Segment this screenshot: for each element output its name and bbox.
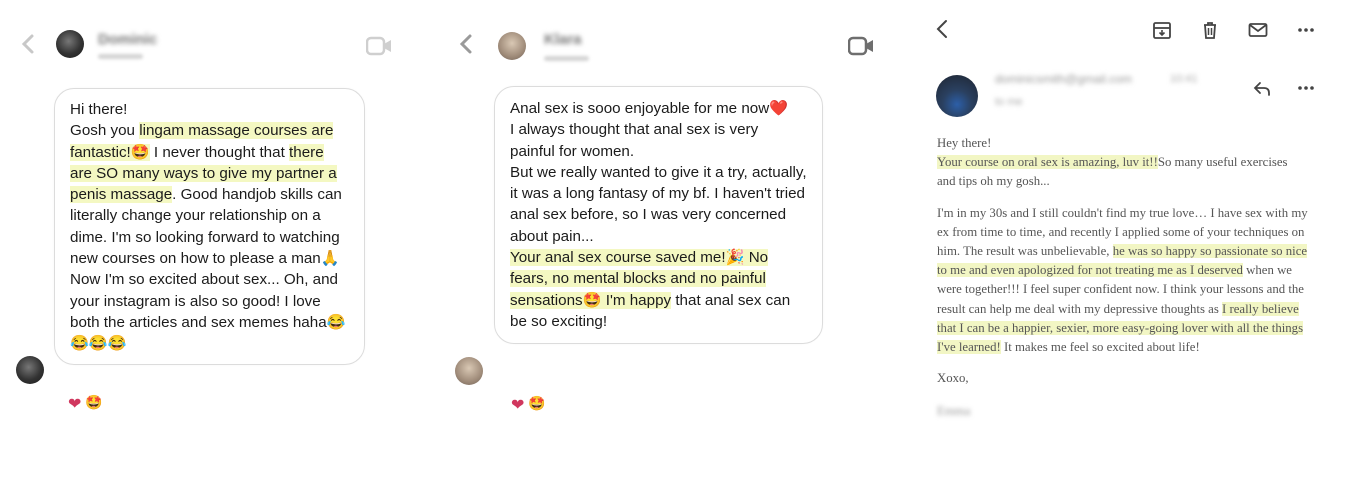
contact-status bbox=[544, 56, 589, 61]
text-segment: I never thought that bbox=[149, 143, 290, 161]
archive-icon[interactable] bbox=[1152, 20, 1172, 40]
reactions[interactable]: ❤ 🤩 bbox=[511, 395, 546, 415]
sender-avatar bbox=[455, 357, 483, 385]
message-bubble: Anal sex is sooo enjoyable for me now❤️ I… bbox=[494, 86, 823, 345]
text-segment: It makes me feel so excited about life! bbox=[1000, 340, 1200, 355]
heart-reaction-icon[interactable]: ❤ bbox=[511, 395, 524, 415]
contact-name: Dominic bbox=[98, 31, 158, 48]
emoji-reaction-icon[interactable]: 🤩 bbox=[528, 395, 545, 415]
sender-avatar bbox=[16, 356, 44, 384]
text-segment: But we really wanted to give it a try, a… bbox=[510, 163, 807, 245]
message-paragraph: Your course on oral sex is amazing, luv … bbox=[937, 153, 1309, 191]
text-segment: Hi there! bbox=[70, 101, 128, 118]
email-body: Hey there! Your course on oral sex is am… bbox=[937, 134, 1309, 422]
email-greeting: Hey there! bbox=[937, 136, 992, 150]
more-options-icon[interactable] bbox=[1296, 78, 1316, 98]
message-paragraph: But we really wanted to give it a try, a… bbox=[510, 162, 807, 247]
message-paragraph: Your anal sex course saved me!🎉 No fears… bbox=[510, 247, 807, 332]
contact-name: Klara bbox=[544, 31, 582, 48]
email-panel: dominicsmith@gmail.com 10:41 to me Hey t… bbox=[900, 0, 1349, 493]
message-paragraph: Gosh you lingam massage courses are fant… bbox=[70, 120, 349, 269]
chat-panel-2: Klara Anal sex is sooo enjoyable for me … bbox=[440, 0, 880, 493]
contact-status bbox=[98, 54, 143, 59]
highlighted-text: 🤩 bbox=[130, 143, 150, 161]
message-paragraph: Anal sex is sooo enjoyable for me now❤️ bbox=[510, 98, 807, 119]
trash-icon[interactable] bbox=[1200, 20, 1220, 40]
contact-avatar[interactable] bbox=[498, 32, 526, 60]
more-options-icon[interactable] bbox=[1296, 20, 1316, 40]
message-text: Anal sex is sooo enjoyable for me now❤️ I… bbox=[510, 98, 807, 332]
reactions[interactable]: ❤ 🤩 bbox=[68, 394, 103, 414]
reply-icon[interactable] bbox=[1252, 78, 1272, 98]
sender-avatar bbox=[936, 75, 978, 117]
message-paragraph: I always thought that anal sex is very p… bbox=[510, 119, 807, 162]
text-segment: Gosh you bbox=[70, 122, 140, 140]
contact-avatar[interactable] bbox=[56, 30, 84, 58]
message-paragraph: I'm in my 30s and I still couldn't find … bbox=[937, 204, 1309, 358]
text-segment: Now I'm so excited about sex... Oh, and … bbox=[70, 271, 346, 353]
emoji-reaction-icon[interactable]: 🤩 bbox=[85, 394, 102, 414]
sender-email: dominicsmith@gmail.com bbox=[995, 72, 1132, 86]
message-paragraph: Now I'm so excited about sex... Oh, and … bbox=[70, 269, 349, 354]
text-segment: I always thought that anal sex is very p… bbox=[510, 121, 759, 160]
text-segment: Anal sex is sooo enjoyable for me now❤️ bbox=[510, 100, 789, 117]
message-paragraph: Hi there! bbox=[70, 99, 349, 120]
highlighted-text: Your course on oral sex is amazing, luv … bbox=[937, 155, 1158, 170]
mail-icon[interactable] bbox=[1248, 20, 1268, 40]
back-arrow-icon[interactable] bbox=[458, 32, 474, 56]
back-arrow-icon[interactable] bbox=[933, 18, 951, 40]
sender-time: 10:41 bbox=[1170, 73, 1198, 85]
chat-panel-1: Dominic Hi there! Gosh you lingam massage… bbox=[0, 0, 430, 493]
video-call-icon[interactable] bbox=[366, 36, 392, 56]
email-signature: Emma bbox=[937, 404, 971, 419]
back-arrow-icon[interactable] bbox=[20, 32, 36, 56]
email-signoff: Xoxo, bbox=[937, 371, 969, 386]
sender-to: to me bbox=[995, 96, 1023, 108]
message-text: Hi there! Gosh you lingam massage courses… bbox=[70, 99, 349, 355]
message-bubble: Hi there! Gosh you lingam massage courses… bbox=[54, 88, 365, 365]
video-call-icon[interactable] bbox=[848, 36, 874, 56]
heart-reaction-icon[interactable]: ❤ bbox=[68, 394, 81, 414]
